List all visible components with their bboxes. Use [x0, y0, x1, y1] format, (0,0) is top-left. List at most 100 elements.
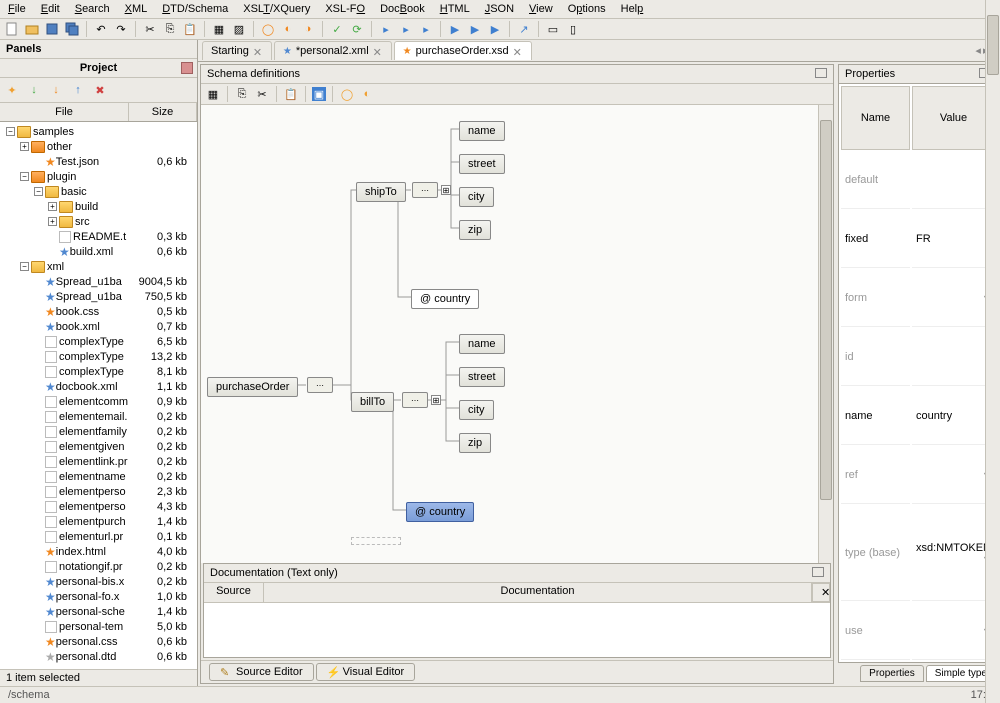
tool2-icon[interactable]: ▨	[231, 21, 247, 37]
node-zip[interactable]: zip	[459, 433, 491, 453]
tab-visual-editor[interactable]: ⚡ Visual Editor	[316, 663, 416, 681]
tree-row[interactable]: elementperso2,3 kb	[2, 484, 195, 499]
tree-row[interactable]: −basic	[2, 184, 195, 199]
proj-delete-icon[interactable]: ✖	[92, 82, 108, 98]
tree-row[interactable]: elementgiven0,2 kb	[2, 439, 195, 454]
tool-icon[interactable]: ▦	[211, 21, 227, 37]
tree-row[interactable]: +build	[2, 199, 195, 214]
run3-icon[interactable]: ▶	[487, 21, 503, 37]
cut-icon[interactable]: ✂	[142, 21, 158, 37]
sch-paste-icon[interactable]: 📋	[283, 86, 299, 102]
check-icon[interactable]: ✓	[329, 21, 345, 37]
node-purchaseorder[interactable]: purchaseOrder	[207, 377, 298, 397]
tree-row[interactable]: elementemail.0,2 kb	[2, 409, 195, 424]
expand-icon[interactable]: +	[20, 142, 29, 151]
tree-row[interactable]: complexType13,2 kb	[2, 349, 195, 364]
open-icon[interactable]	[24, 21, 40, 37]
tree-row[interactable]: elementfamily0,2 kb	[2, 424, 195, 439]
tree-row[interactable]: complexType6,5 kb	[2, 334, 195, 349]
tree-row[interactable]: +other	[2, 139, 195, 154]
proj-up-icon[interactable]: ↑	[70, 82, 86, 98]
prop-value[interactable]	[912, 152, 995, 209]
doc-close-icon[interactable]: ✕	[812, 583, 830, 602]
sequence-box[interactable]: ⋯	[307, 377, 333, 393]
o3-icon[interactable]: ◑	[300, 21, 316, 37]
sequence-box[interactable]: ⋯	[402, 392, 428, 408]
collapse-icon[interactable]: −	[20, 172, 29, 181]
blue1-icon[interactable]: ▸	[378, 21, 394, 37]
copy-icon[interactable]: ⎘	[162, 21, 178, 37]
property-row[interactable]: namecountry	[841, 388, 995, 445]
tree-row[interactable]: personal-tem5,0 kb	[2, 619, 195, 634]
tree-row[interactable]: ★index.html4,0 kb	[2, 544, 195, 559]
tree-row[interactable]: ★book.xml0,7 kb	[2, 319, 195, 334]
collapse-icon[interactable]: −	[34, 187, 43, 196]
expand-icon[interactable]: +	[48, 202, 57, 211]
sequence-box[interactable]: ⋯	[412, 182, 438, 198]
tab-close-icon[interactable]: ✕	[373, 46, 383, 56]
undo-icon[interactable]: ↶	[93, 21, 109, 37]
tree-row[interactable]: −xml	[2, 259, 195, 274]
grid-icon[interactable]: ▦	[205, 86, 221, 102]
collapse-icon[interactable]: −	[20, 262, 29, 271]
paste-icon[interactable]: 📋	[182, 21, 198, 37]
o1-icon[interactable]: ◯	[260, 21, 276, 37]
property-row[interactable]: default	[841, 152, 995, 209]
sch-img-icon[interactable]: ▣	[312, 87, 326, 101]
tree-row[interactable]: complexType8,1 kb	[2, 364, 195, 379]
size-col[interactable]: Size	[129, 103, 197, 121]
menu-options[interactable]: Options	[568, 3, 606, 15]
node-name[interactable]: name	[459, 334, 505, 354]
tree-row[interactable]: elementlink.pr0,2 kb	[2, 454, 195, 469]
tree-row[interactable]: ★personal-bis.x0,2 kb	[2, 574, 195, 589]
tab-close-icon[interactable]: ✕	[253, 46, 263, 56]
tree-row[interactable]: ★Spread_u1ba9004,5 kb	[2, 274, 195, 289]
menu-xml[interactable]: XML	[125, 3, 148, 15]
node-street[interactable]: street	[459, 154, 505, 174]
menu-html[interactable]: HTML	[440, 3, 470, 15]
project-close-icon[interactable]	[181, 62, 193, 74]
menu-search[interactable]: Search	[75, 3, 110, 15]
tree-row[interactable]: −samples	[2, 124, 195, 139]
tab-source-editor[interactable]: ✎ Source Editor	[209, 663, 314, 681]
sch-o1-icon[interactable]: ◯	[339, 86, 355, 102]
tree-row[interactable]: ★docbook.xml1,1 kb	[2, 379, 195, 394]
editor-tab[interactable]: ★*personal2.xml✕	[274, 41, 392, 60]
tree-row[interactable]: ★personal-fo.x1,0 kb	[2, 589, 195, 604]
tree-row[interactable]: ★personal.dtd0,6 kb	[2, 649, 195, 664]
node-city[interactable]: city	[459, 187, 494, 207]
tree-row[interactable]: ★build.xml0,6 kb	[2, 244, 195, 259]
tree-row[interactable]: elementpurch1,4 kb	[2, 514, 195, 529]
schema-canvas[interactable]: purchaseOrder ⋯ shipTo ⋯ ⊞ name street c…	[201, 105, 833, 563]
prop-value[interactable]: ▼	[912, 447, 995, 504]
run2-icon[interactable]: ▶	[467, 21, 483, 37]
file-tree[interactable]: −samples+other★Test.json0,6 kb−plugin−ba…	[0, 122, 197, 669]
tab-properties[interactable]: Properties	[860, 665, 924, 682]
expand-icon[interactable]: ⊞	[431, 395, 441, 405]
o2-icon[interactable]: ◐	[280, 21, 296, 37]
prop-value[interactable]: country	[912, 388, 995, 445]
node-name[interactable]: name	[459, 121, 505, 141]
node-country-attr[interactable]: @ country	[411, 289, 479, 309]
tree-row[interactable]: ★personal.css0,6 kb	[2, 634, 195, 649]
collapse-icon[interactable]: −	[6, 127, 15, 136]
sch-copy-icon[interactable]: ⎘	[234, 86, 250, 102]
tree-row[interactable]: elementname0,2 kb	[2, 469, 195, 484]
proj-next-icon[interactable]: ↓	[48, 82, 64, 98]
blue2-icon[interactable]: ▸	[398, 21, 414, 37]
sch-cut-icon[interactable]: ✂	[254, 86, 270, 102]
doc-body[interactable]	[204, 603, 830, 657]
run1-icon[interactable]: ▶	[447, 21, 463, 37]
prop-value[interactable]: ▼	[912, 603, 995, 660]
rect2-icon[interactable]: ▯	[565, 21, 581, 37]
property-row[interactable]: type (base)xsd:NMTOKEN▼	[841, 506, 995, 601]
new-icon[interactable]	[4, 21, 20, 37]
save-icon[interactable]	[44, 21, 60, 37]
prop-value[interactable]: ▼	[912, 270, 995, 327]
redo-icon[interactable]: ↷	[113, 21, 129, 37]
node-city[interactable]: city	[459, 400, 494, 420]
proj-down-icon[interactable]: ↓	[26, 82, 42, 98]
menu-docbook[interactable]: DocBook	[380, 3, 425, 15]
rect1-icon[interactable]: ▭	[545, 21, 561, 37]
expand-icon[interactable]: +	[48, 217, 57, 226]
